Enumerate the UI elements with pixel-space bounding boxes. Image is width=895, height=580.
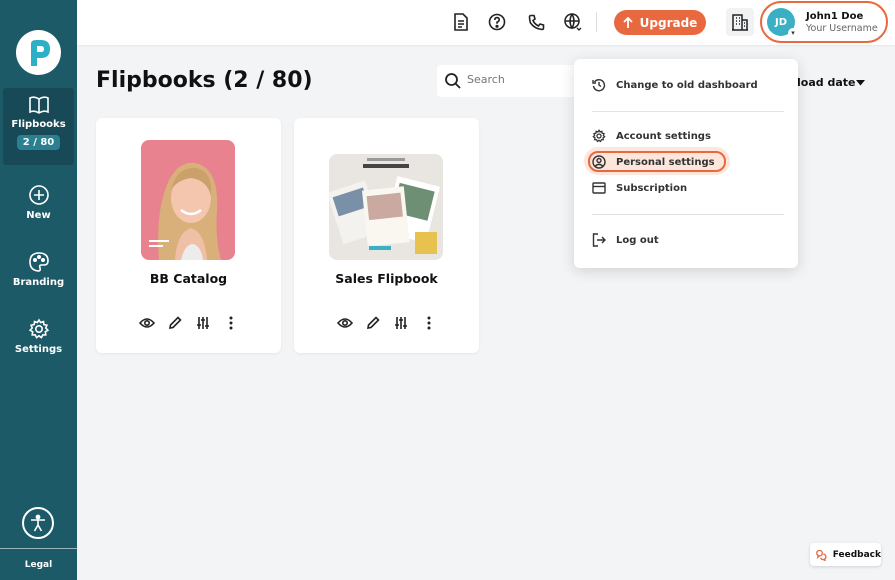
flipbook-title: Sales Flipbook [335, 271, 438, 286]
chevron-down-icon: ▾ [788, 28, 798, 38]
pencil-icon[interactable] [365, 315, 381, 331]
feedback-button[interactable]: Feedback [810, 543, 881, 566]
user-dropdown-menu: Change to old dashboard Account settings… [574, 59, 798, 268]
feedback-icon [816, 549, 827, 561]
card-actions [96, 315, 281, 331]
menu-item-label: Log out [616, 234, 659, 246]
sliders-icon[interactable] [393, 315, 409, 331]
search-icon [445, 73, 461, 89]
top-bar: Upgrade JD ▾ John1 Doe Your Username [77, 0, 895, 45]
menu-item-account-settings[interactable]: Account settings [592, 127, 711, 145]
menu-item-label: Change to old dashboard [616, 79, 758, 91]
logo-icon [30, 39, 50, 66]
sidebar: Flipbooks 2 / 80 New Branding Settings L… [0, 0, 77, 580]
legal-link[interactable]: Legal [0, 560, 77, 570]
pencil-icon[interactable] [167, 315, 183, 331]
user-subtitle: Your Username [806, 23, 878, 34]
sliders-icon[interactable] [195, 315, 211, 331]
page-title: Flipbooks (2 / 80) [96, 68, 313, 93]
phone-icon[interactable] [526, 12, 546, 32]
gear-icon [28, 318, 49, 339]
document-icon[interactable] [451, 12, 471, 32]
accessibility-button[interactable] [22, 507, 54, 539]
flipbook-card[interactable]: BB Catalog [96, 118, 281, 353]
more-vertical-icon[interactable] [223, 315, 239, 331]
gear-icon [592, 129, 606, 143]
menu-item-label: Account settings [616, 130, 711, 142]
sidebar-item-flipbooks[interactable]: Flipbooks 2 / 80 [3, 88, 74, 165]
flipbook-cover-thumbnail[interactable] [329, 154, 443, 260]
menu-item-change-dashboard[interactable]: Change to old dashboard [592, 76, 758, 94]
palette-icon [28, 252, 49, 272]
logout-icon [592, 233, 606, 247]
menu-divider [592, 111, 784, 112]
plus-circle-icon [28, 185, 49, 205]
building-icon [732, 14, 748, 31]
flipbook-card[interactable]: Sales Flipbook [294, 118, 479, 353]
flipbook-title: BB Catalog [149, 271, 228, 286]
sidebar-item-label: Flipbooks [11, 119, 66, 130]
menu-item-label: Subscription [616, 182, 688, 194]
topbar-separator [596, 12, 597, 32]
sort-dropdown-label[interactable]: load date [797, 76, 855, 89]
menu-divider [592, 214, 784, 215]
menu-item-personal-settings[interactable]: Personal settings [592, 153, 715, 171]
sidebar-item-branding[interactable]: Branding [0, 251, 77, 288]
history-icon [592, 79, 606, 92]
help-icon[interactable] [487, 12, 507, 32]
more-vertical-icon[interactable] [421, 315, 437, 331]
search-input[interactable] [467, 73, 577, 86]
sidebar-divider [0, 548, 77, 549]
user-name: John1 Doe [806, 11, 864, 22]
user-circle-icon [592, 155, 606, 169]
sidebar-item-new[interactable]: New [0, 184, 77, 221]
globe-icon[interactable] [563, 12, 583, 32]
sidebar-item-label: New [26, 210, 51, 221]
organization-button[interactable] [726, 8, 754, 36]
eye-icon[interactable] [336, 315, 353, 331]
user-menu-button[interactable]: JD ▾ John1 Doe Your Username [760, 1, 888, 43]
upgrade-label: Upgrade [639, 15, 698, 30]
menu-item-log-out[interactable]: Log out [592, 231, 659, 249]
flipbook-cover-thumbnail[interactable] [141, 140, 235, 260]
card-actions [294, 315, 479, 331]
upgrade-button[interactable]: Upgrade [614, 10, 706, 35]
menu-item-subscription[interactable]: Subscription [592, 179, 687, 197]
arrow-up-icon [623, 16, 633, 28]
app-logo[interactable] [16, 30, 61, 75]
sidebar-item-label: Branding [12, 277, 65, 288]
search-box [437, 65, 587, 97]
accessibility-icon [31, 514, 45, 532]
eye-icon[interactable] [138, 315, 155, 331]
sidebar-item-label: Settings [14, 344, 63, 355]
sidebar-item-settings[interactable]: Settings [0, 318, 77, 355]
book-open-icon [28, 96, 49, 114]
credit-card-icon [592, 182, 606, 194]
feedback-label: Feedback [832, 549, 881, 560]
flipbooks-count-badge: 2 / 80 [16, 135, 61, 150]
caret-down-icon[interactable] [856, 80, 865, 86]
menu-item-label: Personal settings [616, 156, 715, 168]
